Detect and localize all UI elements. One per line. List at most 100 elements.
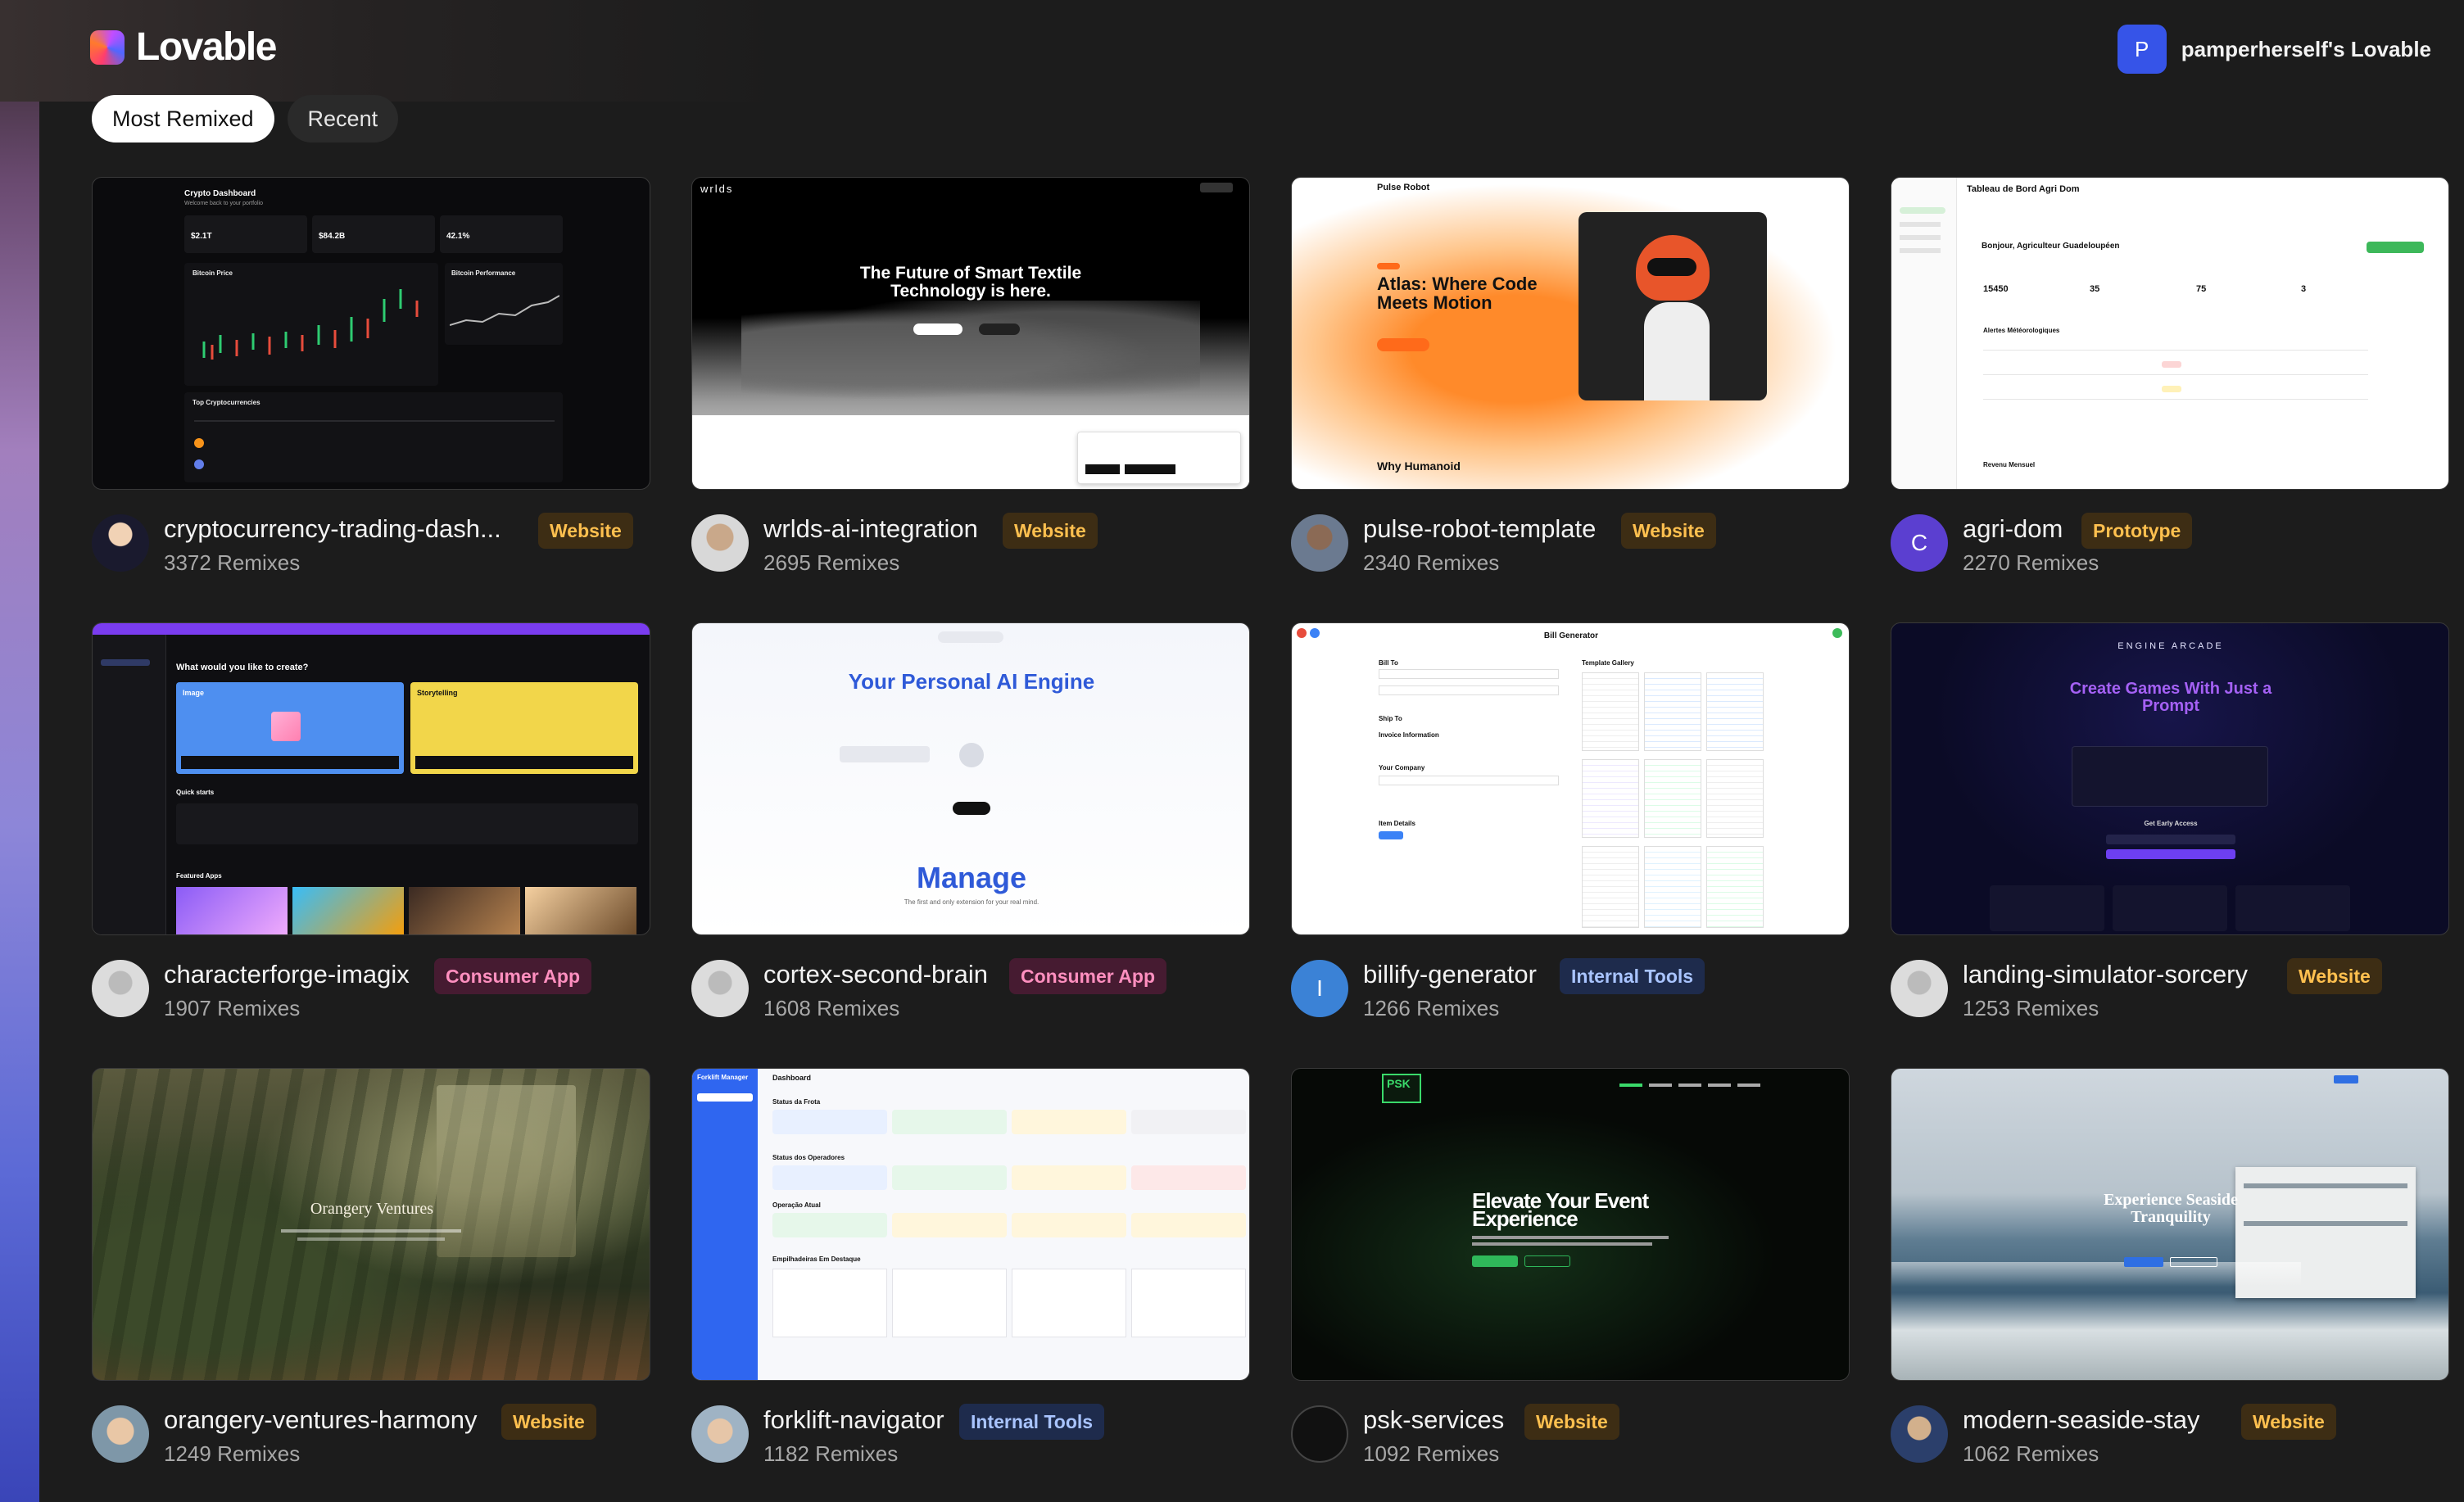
tab-most-remixed[interactable]: Most Remixed (92, 95, 274, 143)
project-thumbnail[interactable]: wrlds The Future of Smart Textile Techno… (691, 177, 1250, 490)
thumb-headline: The Future of Smart Textile Technology i… (859, 264, 1082, 301)
author-avatar (691, 1405, 749, 1463)
top-bar: Lovable P pamperherself's Lovable (0, 0, 2464, 102)
thumb-stat: 35 (2090, 284, 2100, 294)
project-thumbnail[interactable]: What would you like to create? Image Sto… (92, 622, 650, 935)
thumb-headline: Elevate Your Event Experience (1472, 1188, 1649, 1231)
author-avatar (92, 514, 149, 572)
author-avatar: I (1291, 960, 1348, 1017)
project-thumbnail[interactable]: Experience Seaside Tranquility (1891, 1068, 2449, 1381)
project-thumbnail[interactable]: PSK Elevate Your Event Experience (1291, 1068, 1850, 1381)
project-name[interactable]: characterforge-imagix (164, 960, 410, 989)
filter-tabs: Most Remixed Recent (92, 95, 399, 143)
remix-count: 1266 Remixes (1363, 996, 1500, 1020)
author-avatar (1891, 960, 1948, 1017)
thumb-footer: Why Humanoid (1377, 459, 1461, 473)
remix-count: 3372 Remixes (164, 550, 301, 575)
project-meta: cortex-second-brain Consumer App 1608 Re… (691, 958, 1265, 1025)
thumb-greeting: Bonjour, Agriculteur Guadeloupéen (1982, 242, 2120, 251)
project-thumbnail[interactable]: Crypto Dashboard Welcome back to your po… (92, 177, 650, 490)
thumb-app-name: Forklift Manager (697, 1074, 749, 1081)
thumb-section: Invoice Information (1379, 731, 1439, 739)
category-badge: Prototype (2081, 513, 2193, 549)
project-thumbnail[interactable]: Bill Generator Bill To Ship To Invoice I… (1291, 622, 1850, 935)
brand-logo[interactable]: Lovable (90, 25, 277, 70)
thumb-question: What would you like to create? (176, 663, 309, 672)
project-name[interactable]: orangery-ventures-harmony (164, 1405, 478, 1435)
thumb-headline: Create Games With Just a Prompt (2069, 680, 2272, 715)
project-card[interactable]: Orangery Ventures orangery-ventures-harm… (92, 1068, 650, 1466)
thumb-gallery-title: Template Gallery (1582, 659, 1634, 667)
thumb-stat: 15450 (1983, 284, 2009, 294)
project-name[interactable]: psk-services (1363, 1405, 1504, 1435)
project-thumbnail[interactable]: Your Personal AI Engine Manage The first… (691, 622, 1250, 935)
project-meta: psk-services Website 1092 Remixes (1291, 1404, 1864, 1471)
project-card[interactable]: Your Personal AI Engine Manage The first… (691, 622, 1250, 1020)
project-meta: forklift-navigator Internal Tools 1182 R… (691, 1404, 1265, 1471)
project-meta: orangery-ventures-harmony Website 1249 R… (92, 1404, 665, 1471)
project-card[interactable]: PSK Elevate Your Event Experience psk-se… (1291, 1068, 1850, 1466)
brand-name: Lovable (136, 25, 277, 69)
thumb-title: Dashboard (772, 1074, 812, 1082)
thumb-section: Item Details (1379, 820, 1415, 827)
thumb-logo: Pulse Robot (1377, 183, 1430, 192)
thumb-panel-title: Bitcoin Price (192, 269, 233, 277)
thumb-stat: 3 (2301, 284, 2307, 294)
category-badge: Consumer App (1009, 958, 1166, 994)
thumb-footer: Revenu Mensuel (1983, 461, 2036, 468)
project-thumbnail[interactable]: Forklift Manager Dashboard Status da Fro… (691, 1068, 1250, 1381)
project-name[interactable]: modern-seaside-stay (1963, 1405, 2199, 1435)
remix-count: 2340 Remixes (1363, 550, 1500, 575)
project-thumbnail[interactable]: Tableau de Bord Agri Dom Bonjour, Agricu… (1891, 177, 2449, 490)
project-meta: characterforge-imagix Consumer App 1907 … (92, 958, 665, 1025)
category-badge: Website (501, 1404, 596, 1440)
thumb-section: Quick starts (176, 789, 215, 796)
thumb-big-word: Manage (916, 861, 1027, 894)
thumb-section: Operação Atual (772, 1201, 821, 1209)
category-badge: Website (1524, 1404, 1619, 1440)
category-badge: Website (1621, 513, 1716, 549)
author-avatar (92, 1405, 149, 1463)
workspace-name: pamperherself's Lovable (2181, 36, 2431, 61)
project-card[interactable]: Tableau de Bord Agri Dom Bonjour, Agricu… (1891, 177, 2449, 575)
thumb-stat: $2.1T (191, 232, 212, 241)
thumb-card-title: Storytelling (417, 689, 458, 697)
project-card[interactable]: Forklift Manager Dashboard Status da Fro… (691, 1068, 1250, 1466)
project-card[interactable]: Pulse Robot Atlas: Where Code Meets Moti… (1291, 177, 1850, 575)
category-badge: Website (2241, 1404, 2336, 1440)
project-name[interactable]: billify-generator (1363, 960, 1537, 989)
thumb-table-title: Top Cryptocurrencies (192, 399, 260, 406)
project-card[interactable]: Crypto Dashboard Welcome back to your po… (92, 177, 650, 575)
project-name[interactable]: agri-dom (1963, 514, 2063, 544)
workspace-switcher[interactable]: P pamperherself's Lovable (2117, 25, 2431, 74)
thumb-section: Bill To (1379, 659, 1398, 667)
remix-count: 1907 Remixes (164, 996, 301, 1020)
author-avatar (1291, 514, 1348, 572)
project-card[interactable]: What would you like to create? Image Sto… (92, 622, 650, 1020)
thumb-stat: 42.1% (446, 232, 470, 241)
project-card[interactable]: Experience Seaside Tranquility modern-se… (1891, 1068, 2449, 1466)
thumb-headline: Experience Seaside Tranquility (2104, 1191, 2238, 1226)
author-avatar (691, 514, 749, 572)
project-name[interactable]: cryptocurrency-trading-dash... (164, 514, 501, 544)
project-name[interactable]: forklift-navigator (763, 1405, 944, 1435)
project-name[interactable]: landing-simulator-sorcery (1963, 960, 2248, 989)
thumb-section: Ship To (1379, 715, 1402, 722)
project-thumbnail[interactable]: ENGINE ARCADE Create Games With Just a P… (1891, 622, 2449, 935)
project-name[interactable]: wrlds-ai-integration (763, 514, 978, 544)
project-name[interactable]: cortex-second-brain (763, 960, 988, 989)
project-card[interactable]: wrlds The Future of Smart Textile Techno… (691, 177, 1250, 575)
thumb-subtitle: Welcome back to your portfolio (184, 201, 263, 206)
thumb-section: Alertes Météorologiques (1983, 327, 2060, 334)
tab-recent[interactable]: Recent (287, 95, 399, 143)
project-card[interactable]: Bill Generator Bill To Ship To Invoice I… (1291, 622, 1850, 1020)
category-badge: Website (538, 513, 633, 549)
project-thumbnail[interactable]: Pulse Robot Atlas: Where Code Meets Moti… (1291, 177, 1850, 490)
project-meta: modern-seaside-stay Website 1062 Remixes (1891, 1404, 2464, 1471)
project-name[interactable]: pulse-robot-template (1363, 514, 1596, 544)
project-meta: I billify-generator Internal Tools 1266 … (1291, 958, 1864, 1025)
category-badge: Website (2287, 958, 2382, 994)
author-avatar (1291, 1405, 1348, 1463)
project-thumbnail[interactable]: Orangery Ventures (92, 1068, 650, 1381)
project-card[interactable]: ENGINE ARCADE Create Games With Just a P… (1891, 622, 2449, 1020)
